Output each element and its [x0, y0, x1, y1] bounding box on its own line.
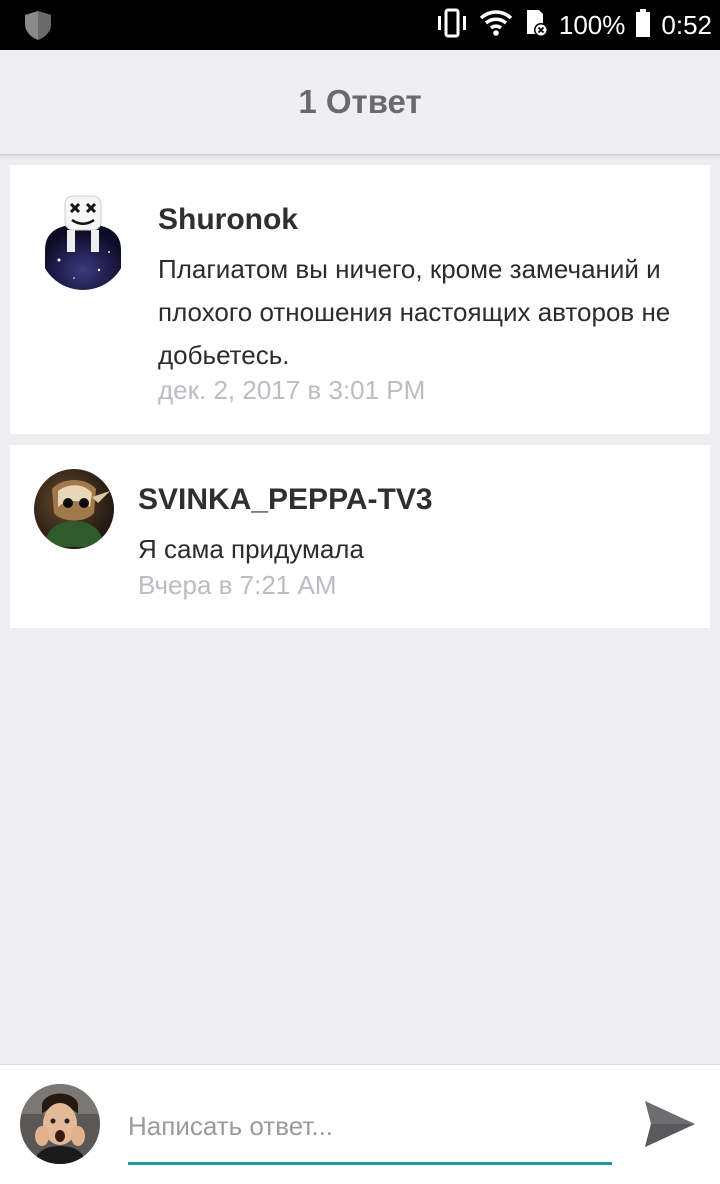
- avatar[interactable]: [39, 190, 127, 290]
- avatar[interactable]: [20, 1084, 100, 1164]
- reply-bar: [0, 1064, 720, 1184]
- send-button[interactable]: [638, 1095, 702, 1155]
- comment-card[interactable]: SVINKA_PEPPA-TV3 Я сама придумала Вчера …: [10, 445, 710, 628]
- sd-card-icon: [523, 8, 549, 43]
- reply-input[interactable]: [128, 1103, 612, 1165]
- comment-author[interactable]: SVINKA_PEPPA-TV3: [138, 483, 433, 517]
- page-title: 1 Ответ: [298, 83, 422, 120]
- battery-icon: [635, 8, 651, 43]
- avatar[interactable]: [34, 469, 114, 549]
- wifi-icon: [479, 9, 513, 42]
- header: 1 Ответ: [0, 50, 720, 155]
- send-icon: [642, 1100, 698, 1153]
- battery-percent: 100%: [558, 9, 626, 40]
- comment-text: Я сама придумала: [138, 534, 364, 564]
- shield-icon: [22, 9, 54, 41]
- vibrate-icon: [435, 8, 469, 43]
- comment-text: Плагиатом вы ничего, кроме замечаний и п…: [158, 254, 671, 370]
- comment-author[interactable]: Shuronok: [158, 203, 298, 237]
- clock: 0:52: [661, 9, 712, 40]
- comment-card[interactable]: Shuronok Плагиатом вы ничего, кроме заме…: [10, 165, 710, 434]
- comment-timestamp: дек. 2, 2017 в 3:01 PM: [158, 375, 426, 405]
- comment-timestamp: Вчера в 7:21 AM: [138, 570, 337, 600]
- status-bar: 100% 0:52: [0, 0, 720, 50]
